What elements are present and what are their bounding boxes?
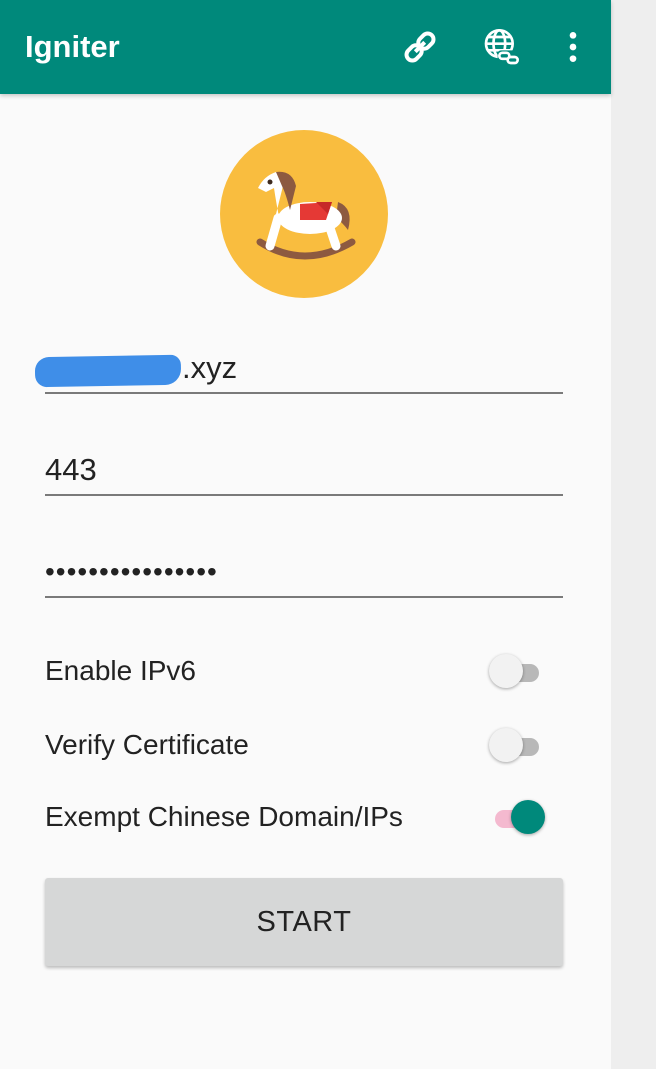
redaction-mark (34, 354, 182, 388)
server-address-value: .xyz (34, 348, 563, 388)
switch-thumb (489, 728, 523, 762)
rocking-horse-icon (220, 130, 388, 298)
start-button[interactable]: START (45, 878, 563, 966)
globe-link-icon[interactable] (479, 25, 523, 69)
app-title: Igniter (25, 29, 120, 64)
option-label: Exempt Chinese Domain/IPs (45, 801, 403, 832)
server-address-suffix: .xyz (182, 350, 238, 385)
switch-thumb (511, 800, 545, 834)
more-vert-icon[interactable] (551, 25, 595, 69)
link-icon[interactable] (398, 25, 442, 69)
exempt-chinese-switch[interactable] (489, 799, 545, 835)
option-verify-certificate: Verify Certificate (45, 725, 557, 765)
option-exempt-chinese: Exempt Chinese Domain/IPs (45, 797, 557, 837)
app-screen: Igniter .xyz 443 •••••••••••••••• Enable… (0, 0, 611, 1069)
app-bar: Igniter (0, 0, 611, 94)
password-field[interactable]: •••••••••••••••• (45, 552, 563, 598)
option-label: Verify Certificate (45, 729, 249, 760)
server-address-field[interactable]: .xyz (34, 348, 563, 394)
link-icon-glyph (404, 31, 436, 63)
password-value: •••••••••••••••• (45, 556, 218, 587)
verify-certificate-switch[interactable] (489, 727, 545, 763)
option-enable-ipv6: Enable IPv6 (45, 651, 557, 691)
more-vert-icon-glyph (569, 32, 577, 62)
rocking-horse-illustration (256, 171, 356, 260)
enable-ipv6-switch[interactable] (489, 653, 545, 689)
port-value: 443 (45, 452, 97, 487)
port-field[interactable]: 443 (45, 450, 563, 496)
switch-thumb (489, 654, 523, 688)
option-label: Enable IPv6 (45, 655, 196, 686)
globe-link-icon-glyph (484, 29, 520, 66)
